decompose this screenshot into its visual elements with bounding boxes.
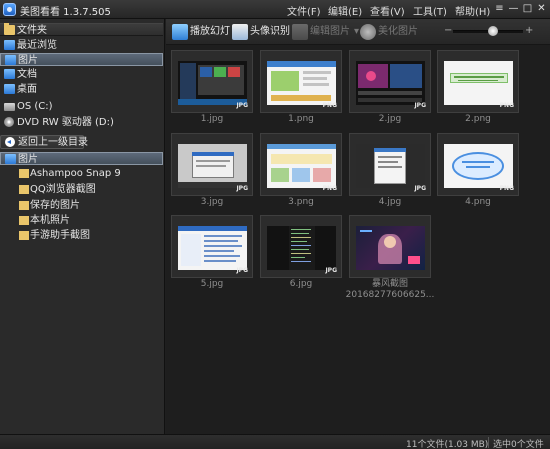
dvd-drive-icon — [4, 117, 14, 127]
thumbnail-image — [267, 144, 336, 188]
zoom-in-icon[interactable]: + — [525, 26, 533, 36]
file-name: 3.png — [288, 197, 314, 207]
subfolder-item[interactable]: QQ浏览器截图 — [0, 183, 163, 196]
subfolder-item[interactable]: 保存的图片 — [0, 199, 163, 212]
thumbnail-image — [444, 61, 513, 105]
subfolder-item[interactable]: 本机照片 — [0, 214, 163, 227]
documents-icon — [4, 69, 15, 79]
edit-image-icon — [292, 24, 308, 40]
thumbnail-image — [267, 61, 336, 105]
sidebar-folders-header[interactable]: 文件夹 — [0, 23, 163, 36]
file-name: 2.jpg — [378, 114, 402, 124]
thumbnail-image — [356, 61, 425, 105]
menu-tools[interactable]: 工具(T) — [413, 3, 447, 18]
maximize-icon[interactable]: □ — [521, 3, 534, 15]
title-bar: 美图看看 1.3.7.505 文件(F) 编辑(E) 查看(V) 工具(T) 帮… — [0, 0, 550, 19]
selection-status: 选中0个文件 — [493, 440, 544, 449]
current-folder-row[interactable]: 图片 — [0, 152, 163, 165]
file-name: 暴风截图 20168277606625... — [345, 279, 435, 300]
menu-help[interactable]: 帮助(H) — [455, 3, 490, 18]
back-up-button[interactable]: 返回上一级目录 — [0, 135, 88, 149]
close-icon[interactable]: ✕ — [535, 3, 548, 15]
window-title: 美图看看 1.3.7.505 — [20, 7, 111, 18]
thumbnail-image — [356, 226, 425, 270]
hard-drive-icon — [4, 103, 15, 111]
thumbnail-image — [178, 144, 247, 188]
sidebar-item-recent[interactable]: 最近浏览 — [0, 39, 163, 52]
face-recognition-icon — [232, 24, 248, 40]
sidebar-item-drive-d[interactable]: DVD RW 驱动器 (D:) — [0, 116, 163, 129]
beautify-image-button[interactable]: 美化图片 — [360, 23, 422, 41]
folder-icon — [19, 201, 29, 210]
thumbnail-item[interactable]: JPG 5.jpg — [171, 215, 253, 328]
sidebar: 文件夹 最近浏览 图片 文档 桌面 OS (C:) DVD RW 驱动器 (D:… — [0, 19, 165, 434]
file-name: 6.jpg — [289, 279, 313, 289]
slideshow-icon — [172, 24, 188, 40]
pictures-folder-icon — [5, 154, 16, 164]
folder-icon — [19, 231, 29, 240]
status-bar: 11个文件(1.03 MB) 选中0个文件 — [0, 434, 550, 449]
status-divider — [488, 437, 489, 448]
file-name: 5.jpg — [200, 279, 224, 289]
folder-icon — [19, 185, 29, 194]
file-name: 1.jpg — [200, 114, 224, 124]
desktop-icon — [4, 84, 15, 94]
slideshow-button[interactable]: 播放幻灯 — [172, 23, 234, 41]
menu-file[interactable]: 文件(F) — [287, 3, 321, 18]
thumbnail-image — [267, 226, 336, 270]
file-count-status: 11个文件(1.03 MB) — [406, 440, 489, 449]
folder-icon — [4, 23, 15, 35]
folder-icon — [19, 169, 29, 178]
menu-view[interactable]: 查看(V) — [370, 3, 405, 18]
back-arrow-icon — [5, 137, 15, 147]
menu-edit[interactable]: 编辑(E) — [328, 3, 362, 18]
menu-icon[interactable]: ≡ — [493, 3, 506, 15]
thumbnail-image — [444, 144, 513, 188]
edit-image-button[interactable]: 编辑图片 ▾ — [292, 23, 359, 41]
pictures-folder-icon — [5, 55, 16, 65]
thumbnail-image — [178, 61, 247, 105]
file-name: 2.png — [465, 114, 491, 124]
folder-icon — [19, 216, 29, 225]
file-name: 4.jpg — [378, 197, 402, 207]
minimize-icon[interactable]: — — [507, 3, 520, 15]
thumbnail-image — [356, 144, 425, 188]
beautify-image-icon — [360, 24, 376, 40]
face-recognition-button[interactable]: 头像识别 — [232, 23, 292, 41]
sidebar-item-pictures[interactable]: 图片 — [0, 53, 163, 66]
subfolder-item[interactable]: 手游助手截图 — [0, 229, 163, 242]
sidebar-item-documents[interactable]: 文档 — [0, 68, 163, 81]
sidebar-item-desktop[interactable]: 桌面 — [0, 83, 163, 96]
thumbnail-image — [178, 226, 247, 270]
sidebar-item-drive-c[interactable]: OS (C:) — [0, 100, 163, 113]
file-name: 1.png — [288, 114, 314, 124]
recent-icon — [4, 40, 15, 50]
thumbnail-item[interactable]: 暴风截图 20168277606625... — [346, 215, 434, 328]
zoom-out-icon[interactable]: − — [444, 26, 452, 36]
subfolder-item[interactable]: Ashampoo Snap 9 — [0, 167, 163, 180]
thumbnail-item[interactable]: JPG 6.jpg — [260, 215, 342, 328]
file-name: 4.png — [465, 197, 491, 207]
thumbnail-item[interactable]: PNG 4.png — [437, 133, 519, 246]
thumbnail-grid: JPG 1.jpg PNG 1.png JPG 2.jpg PNG 2.png … — [166, 45, 550, 434]
app-logo-icon — [3, 3, 16, 16]
zoom-slider-handle[interactable] — [488, 26, 498, 36]
file-name: 3.jpg — [200, 197, 224, 207]
chevron-down-icon[interactable]: ▾ — [354, 23, 359, 41]
